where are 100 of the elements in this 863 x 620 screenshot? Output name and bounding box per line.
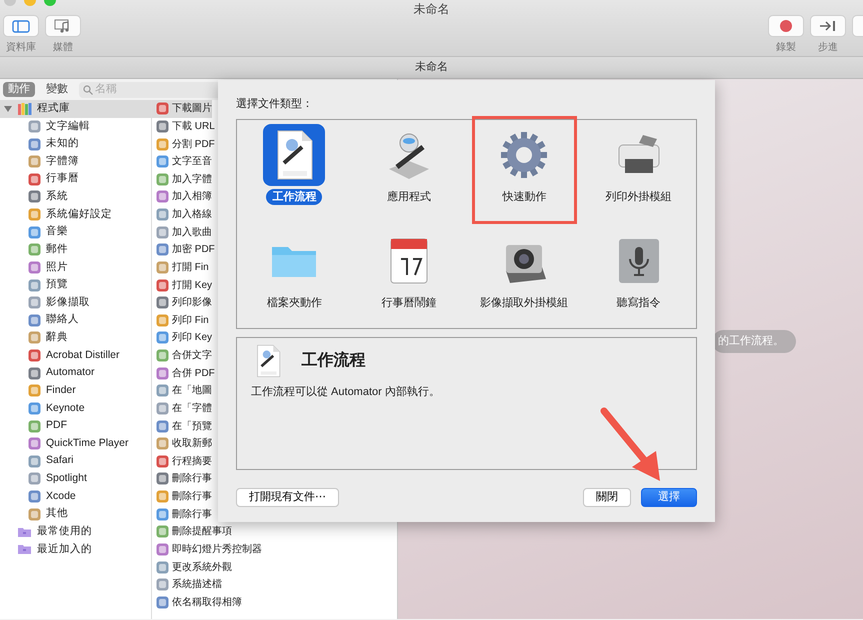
action-item[interactable]: 刪除提醒事項	[152, 523, 232, 541]
action-item[interactable]: 在「字體	[152, 400, 212, 418]
dialog-button[interactable]: 關閉	[583, 488, 631, 506]
window-title: 未命名	[414, 1, 450, 18]
library-item[interactable]: 最近加入的	[0, 540, 151, 558]
action-item[interactable]: 列印 Key	[152, 329, 212, 347]
library-item[interactable]: 文字編輯	[46, 118, 90, 134]
app-icon	[156, 366, 169, 380]
dialog-button[interactable]: 打開現有文件⋯	[236, 488, 339, 506]
document-tab[interactable]: 未命名	[0, 57, 863, 79]
toolbar-button[interactable]	[3, 15, 39, 37]
library-item[interactable]: Xcode	[46, 488, 76, 504]
action-item[interactable]: 下載 URL	[152, 118, 215, 136]
document-type-label[interactable]: 影像擷取外掛模組	[474, 294, 574, 310]
document-type-tile[interactable]	[263, 124, 326, 186]
action-item[interactable]: 即時幻燈片秀控制器	[152, 540, 262, 558]
app-icon	[28, 278, 41, 292]
library-item[interactable]: 影像擷取	[46, 294, 90, 311]
library-item[interactable]: 程式庫	[0, 100, 151, 118]
action-item[interactable]: 列印 Fin	[152, 312, 209, 330]
action-item[interactable]: 依名稱取得相簿	[152, 594, 242, 612]
library-item[interactable]: 辭典	[46, 330, 68, 346]
document-type-label[interactable]: 聽寫指令	[610, 294, 667, 310]
app-icon	[28, 172, 41, 186]
action-item[interactable]: 更改系統外觀	[152, 558, 232, 576]
app-icon	[28, 349, 41, 362]
library-item[interactable]: 系統	[46, 189, 68, 205]
toolbar-button[interactable]	[768, 15, 804, 37]
app-icon	[156, 525, 169, 538]
library-item[interactable]: Automator	[46, 365, 94, 382]
record-icon	[779, 19, 793, 33]
action-item[interactable]: 分割 PDF	[152, 135, 215, 153]
action-item[interactable]: 刪除行事	[152, 488, 212, 506]
library-icon	[17, 102, 32, 116]
action-item[interactable]: 刪除行事	[152, 470, 212, 488]
action-item[interactable]: 在「預覽	[152, 417, 212, 435]
document-type-label[interactable]: 檔案夾動作	[260, 294, 328, 310]
action-item[interactable]: 加入歌曲	[152, 223, 212, 241]
action-item[interactable]: 下載圖片	[152, 100, 212, 118]
app-icon	[156, 349, 169, 362]
library-item[interactable]: 未知的	[46, 136, 79, 152]
action-item[interactable]: 收取新郵	[152, 434, 212, 452]
folder-icon	[17, 543, 32, 556]
choose-button[interactable]: 選擇	[641, 488, 697, 506]
app-icon	[28, 190, 41, 204]
action-item[interactable]: 系統描述檔	[152, 576, 222, 594]
document-type-label[interactable]: 列印外掛模組	[600, 188, 678, 204]
app-icon	[156, 278, 169, 292]
action-item[interactable]: 打開 Key	[152, 276, 212, 294]
library-item[interactable]: 預覽	[46, 277, 68, 293]
action-item[interactable]: 刪除行事	[152, 505, 212, 523]
library-item[interactable]: 字體簿	[46, 154, 79, 170]
toolbar-button[interactable]	[45, 15, 81, 37]
description-text: 工作流程可以從 Automator 內部執行。	[251, 384, 441, 400]
document-type-label[interactable]: 快速動作	[496, 188, 552, 204]
library-item[interactable]: Spotlight	[46, 471, 87, 487]
library-item[interactable]: 其他	[46, 506, 68, 522]
action-item[interactable]: 列印影像	[152, 294, 212, 312]
library-item[interactable]: 音樂	[46, 224, 68, 240]
library-item[interactable]: Finder	[46, 382, 76, 399]
disclosure-triangle-icon[interactable]	[4, 104, 12, 113]
app-icon	[28, 120, 41, 133]
library-item[interactable]: QuickTime Player	[46, 436, 128, 452]
app-icon	[28, 331, 41, 344]
document-type-label[interactable]: 應用程式	[381, 188, 438, 204]
action-item[interactable]: 合併 PDF	[152, 364, 215, 382]
app-icon	[28, 314, 41, 327]
library-item[interactable]: 最常使用的	[0, 523, 151, 541]
library-item[interactable]: 聯絡人	[46, 312, 79, 328]
action-item[interactable]: 合併文字	[152, 346, 212, 364]
library-item[interactable]: Keynote	[46, 400, 85, 416]
app-icon	[28, 490, 41, 504]
document-type-label[interactable]: 工作流程	[266, 188, 322, 204]
action-item[interactable]: 加入格線	[152, 206, 212, 224]
app-icon	[156, 420, 169, 433]
library-item[interactable]: PDF	[46, 418, 67, 434]
action-item[interactable]: 在「地圖	[152, 382, 212, 400]
library-item[interactable]: 行事曆	[46, 171, 79, 188]
library-item[interactable]: Safari	[46, 453, 74, 470]
toolbar-button[interactable]	[810, 15, 846, 37]
app-icon	[156, 596, 169, 609]
app-icon	[156, 243, 169, 256]
panel-tab[interactable]: 變數	[41, 82, 73, 97]
action-item[interactable]: 加密 PDF	[152, 241, 215, 259]
app-icon	[156, 508, 169, 521]
document-type-label[interactable]: 行事曆鬧鐘	[376, 294, 443, 310]
action-item[interactable]: 加入字體	[152, 170, 212, 188]
library-item[interactable]: 系統偏好設定	[46, 206, 112, 222]
app-icon	[28, 472, 41, 486]
library-item[interactable]: Acrobat Distiller	[46, 348, 120, 364]
app-icon	[28, 402, 41, 415]
library-item[interactable]: 郵件	[46, 242, 68, 258]
app-icon	[28, 138, 41, 151]
app-icon	[28, 384, 41, 398]
action-item[interactable]: 打開 Fin	[152, 258, 209, 276]
library-item[interactable]: 照片	[46, 260, 68, 276]
description-title: 工作流程	[302, 350, 366, 370]
action-item[interactable]: 文字至音	[152, 152, 212, 170]
action-item[interactable]: 行程摘要	[152, 452, 212, 470]
action-item[interactable]: 加入相簿	[152, 188, 212, 206]
